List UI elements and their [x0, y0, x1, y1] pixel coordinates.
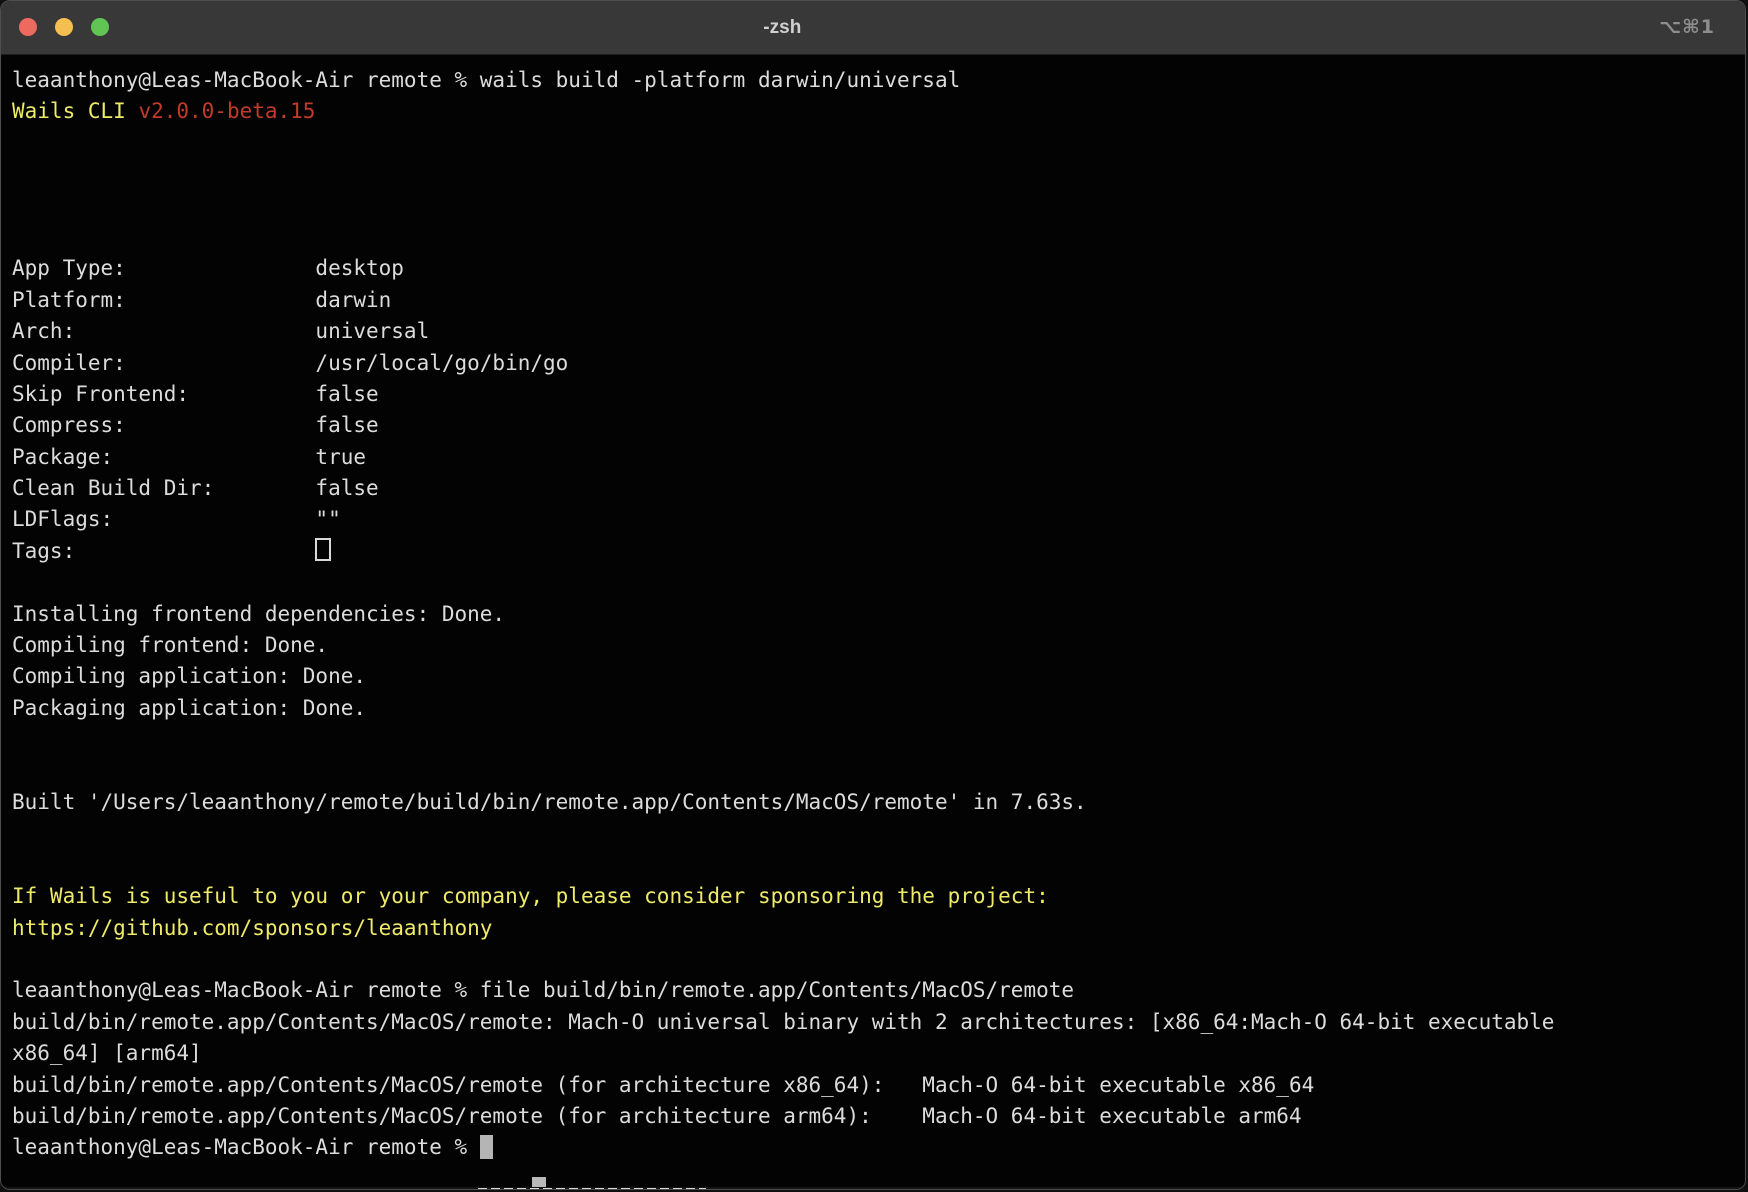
terminal-text-segment: Package: true — [12, 445, 366, 469]
terminal-line: Clean Build Dir: false — [12, 473, 1745, 504]
terminal-text-segment: Built '/Users/leaanthony/remote/build/bi… — [12, 790, 1087, 814]
terminal-line: https://github.com/sponsors/leaanthony — [12, 913, 1745, 944]
terminal-line — [12, 222, 1745, 253]
terminal-text-segment: If Wails is useful to you or your compan… — [12, 884, 1049, 908]
terminal-text-segment: Skip Frontend: false — [12, 382, 379, 406]
terminal-line: Built '/Users/leaanthony/remote/build/bi… — [12, 787, 1745, 818]
terminal-line: build/bin/remote.app/Contents/MacOS/remo… — [12, 1070, 1745, 1101]
terminal-line: leaanthony@Leas-MacBook-Air remote % fil… — [12, 975, 1745, 1006]
terminal-line: LDFlags: "" — [12, 504, 1745, 535]
terminal-cursor — [480, 1135, 493, 1159]
terminal-line: build/bin/remote.app/Contents/MacOS/remo… — [12, 1101, 1745, 1132]
terminal-line — [12, 818, 1745, 849]
terminal-text-segment: App Type: desktop — [12, 256, 404, 280]
terminal-line: Compress: false — [12, 410, 1745, 441]
terminal-line: Tags: — [12, 536, 1745, 567]
terminal-line: Package: true — [12, 442, 1745, 473]
clipped-row-fragment — [478, 1188, 706, 1190]
terminal-text-segment: Wails CLI — [12, 99, 138, 123]
terminal-text-segment: Tags: — [12, 539, 315, 563]
terminal-text-segment: x86_64] [arm64] — [12, 1041, 202, 1065]
close-button[interactable] — [19, 18, 37, 36]
terminal-line — [12, 191, 1745, 222]
terminal-line: Packaging application: Done. — [12, 693, 1745, 724]
terminal-line — [12, 567, 1745, 598]
terminal-line: leaanthony@Leas-MacBook-Air remote % — [12, 1132, 1745, 1163]
terminal-line: Compiling frontend: Done. — [12, 630, 1745, 661]
terminal-text-segment: Platform: darwin — [12, 288, 391, 312]
terminal-line — [12, 128, 1745, 159]
terminal-line: build/bin/remote.app/Contents/MacOS/remo… — [12, 1007, 1745, 1038]
terminal-screen[interactable]: leaanthony@Leas-MacBook-Air remote % wai… — [1, 55, 1745, 1190]
terminal-line: leaanthony@Leas-MacBook-Air remote % wai… — [12, 65, 1745, 96]
terminal-text-segment: Compiling frontend: Done. — [12, 633, 328, 657]
terminal-line: App Type: desktop — [12, 253, 1745, 284]
terminal-line — [12, 756, 1745, 787]
terminal-line — [12, 159, 1745, 190]
terminal-text-segment: Packaging application: Done. — [12, 696, 366, 720]
terminal-text-segment: Clean Build Dir: false — [12, 476, 379, 500]
terminal-text-segment: leaanthony@Leas-MacBook-Air remote % wai… — [12, 68, 960, 92]
terminal-text-segment: build/bin/remote.app/Contents/MacOS/remo… — [12, 1073, 1314, 1097]
terminal-text-segment: Compiler: /usr/local/go/bin/go — [12, 351, 568, 375]
terminal-text-segment: Compress: false — [12, 413, 379, 437]
tab-shortcut-badge: ⌥⌘1 — [1659, 1, 1715, 54]
clipped-bottom-strip — [1, 1187, 1745, 1190]
minimize-button[interactable] — [55, 18, 73, 36]
terminal-text-segment: https://github.com/sponsors/leaanthony — [12, 916, 492, 940]
empty-tags-box — [315, 538, 331, 561]
terminal-line: Wails CLI v2.0.0-beta.15 — [12, 96, 1745, 127]
terminal-text-segment: Arch: universal — [12, 319, 429, 343]
terminal-line — [12, 724, 1745, 755]
terminal-line: Compiler: /usr/local/go/bin/go — [12, 348, 1745, 379]
window-title: -zsh — [763, 1, 801, 54]
terminal-line: Installing frontend dependencies: Done. — [12, 599, 1745, 630]
terminal-output: leaanthony@Leas-MacBook-Air remote % wai… — [12, 65, 1745, 1164]
terminal-text-segment: build/bin/remote.app/Contents/MacOS/remo… — [12, 1010, 1554, 1034]
terminal-window: -zsh ⌥⌘1 leaanthony@Leas-MacBook-Air rem… — [0, 0, 1746, 1190]
terminal-text-segment: leaanthony@Leas-MacBook-Air remote % fil… — [12, 978, 1074, 1002]
clipped-cursor-fragment — [532, 1177, 546, 1187]
terminal-line — [12, 944, 1745, 975]
zoom-button[interactable] — [91, 18, 109, 36]
terminal-text-segment: leaanthony@Leas-MacBook-Air remote % — [12, 1135, 480, 1159]
terminal-line: x86_64] [arm64] — [12, 1038, 1745, 1069]
titlebar[interactable]: -zsh ⌥⌘1 — [1, 1, 1745, 55]
traffic-lights — [19, 18, 109, 36]
terminal-text-segment: Installing frontend dependencies: Done. — [12, 602, 505, 626]
terminal-line: Platform: darwin — [12, 285, 1745, 316]
terminal-line: Skip Frontend: false — [12, 379, 1745, 410]
terminal-text-segment: LDFlags: "" — [12, 507, 341, 531]
terminal-text-segment: v2.0.0-beta.15 — [138, 99, 315, 123]
terminal-text-segment: Compiling application: Done. — [12, 664, 366, 688]
terminal-line: Arch: universal — [12, 316, 1745, 347]
terminal-line — [12, 850, 1745, 881]
terminal-line: If Wails is useful to you or your compan… — [12, 881, 1745, 912]
terminal-text-segment: build/bin/remote.app/Contents/MacOS/remo… — [12, 1104, 1302, 1128]
terminal-line: Compiling application: Done. — [12, 661, 1745, 692]
